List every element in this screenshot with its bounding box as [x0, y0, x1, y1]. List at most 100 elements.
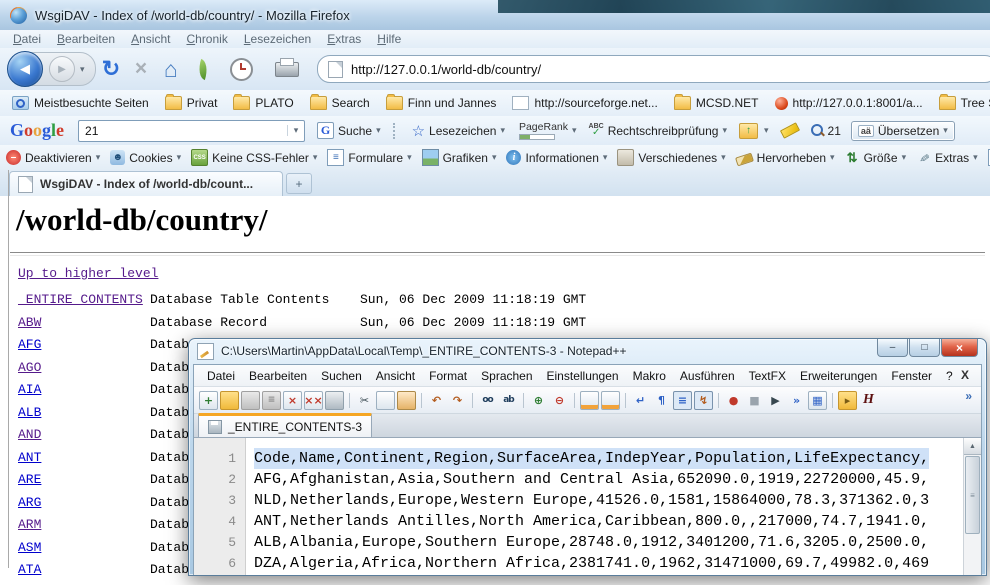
- close-all-icon[interactable]: ××: [304, 391, 323, 410]
- menu-item[interactable]: Chronik: [179, 31, 234, 47]
- toolbar-separator[interactable]: [349, 393, 350, 408]
- cut-icon[interactable]: ✂: [355, 391, 374, 410]
- toolbar-separator[interactable]: [523, 393, 524, 408]
- npp-editor[interactable]: 123456 Code,Name,Continent,Region,Surfac…: [194, 437, 981, 575]
- bookmark-item[interactable]: Search: [304, 94, 376, 112]
- bookmark-item[interactable]: Tree Samples: [933, 94, 990, 112]
- menu-item[interactable]: Bearbeiten: [50, 31, 122, 47]
- bookmark-item[interactable]: Privat: [159, 94, 224, 112]
- npp-menu-item[interactable]: Ausführen: [673, 368, 742, 384]
- undo-icon[interactable]: ↶: [427, 391, 446, 410]
- leaf-extension-icon[interactable]: [195, 58, 210, 79]
- menu-item[interactable]: Ansicht: [124, 31, 177, 47]
- save-file-icon[interactable]: [241, 391, 260, 410]
- dropdown-icon[interactable]: ▾: [572, 125, 577, 136]
- webdev-menu-item[interactable]: Extras ▾: [916, 150, 978, 165]
- pagerank-widget[interactable]: PageRank: [519, 121, 568, 140]
- textfx-h-icon[interactable]: H: [859, 391, 878, 410]
- webdev-menu-item[interactable]: Cookies ▾: [110, 150, 181, 165]
- stop-button[interactable]: ×: [126, 54, 156, 84]
- npp-menu-item[interactable]: Fenster: [884, 368, 939, 384]
- entry-link[interactable]: ATA: [18, 562, 41, 577]
- npp-titlebar[interactable]: C:\Users\Martin\AppData\Local\Temp\_ENTI…: [189, 339, 986, 363]
- npp-menu-item[interactable]: Datei: [200, 368, 242, 384]
- replace-icon[interactable]: ab: [499, 391, 518, 410]
- open-file-icon[interactable]: [220, 391, 239, 410]
- toolbar-separator[interactable]: [718, 393, 719, 408]
- clock-extension-icon[interactable]: [230, 58, 253, 81]
- history-dropdown-icon[interactable]: ▾: [80, 64, 85, 75]
- npp-menu-item[interactable]: ?: [939, 368, 960, 384]
- menu-item[interactable]: Lesezeichen: [237, 31, 318, 47]
- npp-menu-item[interactable]: Einstellungen: [540, 368, 626, 384]
- editor-text[interactable]: Code,Name,Continent,Region,SurfaceArea,I…: [254, 448, 963, 574]
- sync-vertical-icon[interactable]: [580, 391, 599, 410]
- webdev-menu-item[interactable]: Hervorheben ▾: [736, 151, 835, 165]
- webdev-menu-item[interactable]: Größe ▾: [845, 150, 907, 165]
- print-icon[interactable]: [325, 391, 344, 410]
- entry-link[interactable]: ASM: [18, 540, 41, 555]
- entry-link[interactable]: ARM: [18, 517, 41, 532]
- new-file-icon[interactable]: +: [199, 391, 218, 410]
- npp-menu-item[interactable]: Bearbeiten: [242, 368, 314, 384]
- vertical-scrollbar[interactable]: ▲ ≡: [963, 438, 981, 575]
- url-bar[interactable]: http://127.0.0.1/world-db/country/: [317, 55, 990, 83]
- bookmark-item[interactable]: http://127.0.0.1:8001/a...: [769, 94, 929, 112]
- close-button[interactable]: ×: [941, 339, 978, 357]
- webdev-menu-item[interactable]: Deaktivieren ▾: [6, 150, 100, 165]
- npp-menu-item[interactable]: TextFX: [742, 368, 793, 384]
- entry-link[interactable]: AND: [18, 427, 41, 442]
- up-to-higher-level-link[interactable]: Up to higher level: [18, 266, 158, 281]
- dropdown-icon[interactable]: ▾: [764, 125, 769, 136]
- record-macro-icon[interactable]: ●: [724, 391, 743, 410]
- toolbar-separator[interactable]: [832, 393, 833, 408]
- menu-item[interactable]: Hilfe: [370, 31, 408, 47]
- npp-menu-item[interactable]: Sprachen: [474, 368, 539, 384]
- url-text[interactable]: http://127.0.0.1/world-db/country/: [351, 62, 541, 77]
- indent-guide-icon[interactable]: ≡: [673, 391, 692, 410]
- webdev-menu-item[interactable]: Informationen ▾: [506, 150, 607, 165]
- toolbar-separator[interactable]: [421, 393, 422, 408]
- webdev-menu-item[interactable]: Grafiken ▾: [422, 149, 497, 166]
- run-macro-multiple-icon[interactable]: »: [787, 391, 806, 410]
- webdev-menu-item[interactable]: Keine CSS-Fehler ▾: [191, 149, 317, 166]
- new-tab-button[interactable]: +: [286, 173, 312, 194]
- toolbar-separator[interactable]: [472, 393, 473, 408]
- entry-link[interactable]: AGO: [18, 360, 41, 375]
- sync-horizontal-icon[interactable]: [601, 391, 620, 410]
- print-button[interactable]: [275, 62, 299, 77]
- bookmark-item[interactable]: Meistbesuchte Seiten: [6, 94, 155, 112]
- reload-button[interactable]: ↻: [96, 54, 126, 84]
- word-wrap-icon[interactable]: ↵: [631, 391, 650, 410]
- send-to-icon[interactable]: ↑: [739, 123, 758, 139]
- play-macro-icon[interactable]: ▶: [766, 391, 785, 410]
- restore-button[interactable]: □: [909, 339, 940, 357]
- word-find-magnifier-icon[interactable]: [811, 124, 824, 137]
- close-file-icon[interactable]: ×: [283, 391, 302, 410]
- npp-menu-item[interactable]: Makro: [626, 368, 673, 384]
- scrollbar-thumb[interactable]: ≡: [965, 456, 980, 534]
- npp-menu-item[interactable]: Format: [422, 368, 474, 384]
- entry-link[interactable]: ANT: [18, 450, 41, 465]
- minimize-button[interactable]: –: [877, 339, 908, 357]
- npp-menu-item[interactable]: Ansicht: [369, 368, 422, 384]
- search-history-dropdown-icon[interactable]: ▾: [287, 125, 304, 136]
- entry-link[interactable]: ARG: [18, 495, 41, 510]
- entry-link[interactable]: AFG: [18, 337, 41, 352]
- bookmark-item[interactable]: MCSD.NET: [668, 94, 765, 112]
- zoom-in-icon[interactable]: ⊕: [529, 391, 548, 410]
- translate-button[interactable]: aä Übersetzen ▾: [851, 121, 955, 141]
- entry-link[interactable]: AIA: [18, 382, 41, 397]
- zoom-out-icon[interactable]: ⊖: [550, 391, 569, 410]
- bookmark-item[interactable]: PLATO: [227, 94, 299, 112]
- google-search-input[interactable]: 21 ▾: [78, 120, 305, 142]
- bookmark-item[interactable]: http://sourceforge.net...: [506, 94, 663, 112]
- google-search-button[interactable]: G Suche ▾: [317, 122, 381, 139]
- webdev-menu-item[interactable]: Verschiedenes ▾: [617, 149, 725, 166]
- tab-wsgidav[interactable]: WsgiDAV - Index of /world-db/count...: [9, 171, 283, 196]
- entry-link[interactable]: ALB: [18, 405, 41, 420]
- toolbar-separator[interactable]: [574, 393, 575, 408]
- doc-switcher-icon[interactable]: ↯: [694, 391, 713, 410]
- npp-menu-item[interactable]: Erweiterungen: [793, 368, 884, 384]
- save-all-icon[interactable]: ≡: [262, 391, 281, 410]
